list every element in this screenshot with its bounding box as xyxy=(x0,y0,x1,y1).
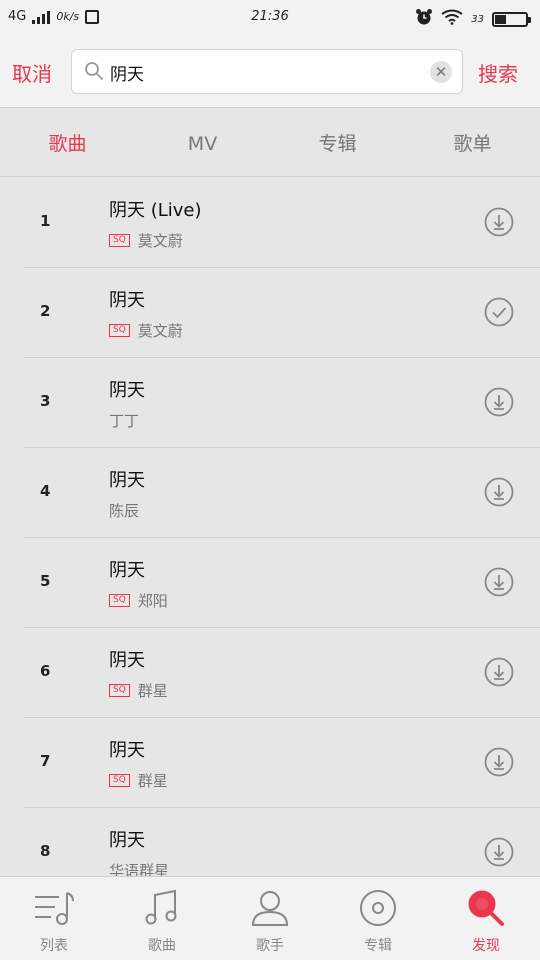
download-icon[interactable] xyxy=(484,567,514,597)
song-artist: 郑阳 xyxy=(137,592,168,610)
song-row[interactable]: 2 阴天 SQ 莫文蔚 xyxy=(24,268,540,358)
song-index: 8 xyxy=(40,842,51,860)
wifi-icon xyxy=(441,9,463,29)
song-title: 阴天 xyxy=(109,560,145,581)
search-icon xyxy=(84,61,104,85)
song-index: 4 xyxy=(40,482,51,500)
song-title: 阴天 xyxy=(109,830,145,851)
sq-badge: SQ xyxy=(109,324,130,337)
song-row[interactable]: 4 阴天陈辰 xyxy=(24,448,540,538)
song-row[interactable]: 6 阴天 SQ 群星 xyxy=(24,628,540,718)
song-title: 阴天 xyxy=(109,380,145,401)
battery-icon xyxy=(492,11,531,27)
song-index: 3 xyxy=(40,392,51,410)
download-icon[interactable] xyxy=(484,477,514,507)
search-button[interactable]: 搜索 xyxy=(478,58,518,87)
clear-icon[interactable]: ✕ xyxy=(430,61,452,83)
sq-badge: SQ xyxy=(109,234,130,247)
song-meta: SQ 莫文蔚 xyxy=(109,320,183,341)
song-meta: 华语群星 xyxy=(109,860,169,876)
song-artist: 丁丁 xyxy=(109,412,140,430)
song-index: 1 xyxy=(40,212,51,230)
person-icon xyxy=(216,887,324,929)
download-icon[interactable] xyxy=(484,837,514,867)
song-row[interactable]: 1 阴天 (Live) SQ 莫文蔚 xyxy=(24,178,540,268)
song-title: 阴天 xyxy=(109,290,145,311)
nav-label-discover: 发现 xyxy=(472,938,500,954)
tab-albums[interactable]: 专辑 xyxy=(270,109,405,176)
sq-badge: SQ xyxy=(109,684,130,697)
tab-playlists[interactable]: 歌单 xyxy=(405,109,540,176)
result-tabs: 歌曲 MV 专辑 歌单 xyxy=(0,109,540,177)
song-title: 阴天 (Live) xyxy=(109,200,202,221)
search-header: 取消 ✕ 搜索 xyxy=(0,34,540,108)
song-meta: 丁丁 xyxy=(109,410,139,431)
tab-mv[interactable]: MV xyxy=(135,109,270,176)
nav-item-list[interactable]: 列表 xyxy=(0,877,108,960)
music-note-icon xyxy=(108,887,216,929)
download-icon[interactable] xyxy=(484,657,514,687)
song-artist: 莫文蔚 xyxy=(137,232,183,250)
song-row[interactable]: 3 阴天丁丁 xyxy=(24,358,540,448)
nav-label-songs: 歌曲 xyxy=(148,938,176,954)
song-meta: 陈辰 xyxy=(109,500,139,521)
song-meta: SQ 群星 xyxy=(109,680,168,701)
download-icon[interactable] xyxy=(484,207,514,237)
nav-label-albums: 专辑 xyxy=(364,938,392,954)
nav-item-discover[interactable]: 发现 xyxy=(432,877,540,960)
playlist-icon xyxy=(0,887,108,929)
song-row[interactable]: 5 阴天 SQ 郑阳 xyxy=(24,538,540,628)
status-bar: 4G 0k/s 21:36 33 xyxy=(0,0,540,34)
song-list: 1 阴天 (Live) SQ 莫文蔚 2 阴天 SQ 莫文蔚 3 阴天 丁丁 4 阴天 陈辰 5 阴天 SQ 郑阳… xyxy=(0,178,540,876)
alarm-icon xyxy=(415,8,433,30)
song-title: 阴天 xyxy=(109,740,145,761)
disc-icon xyxy=(324,887,432,929)
song-artist: 群星 xyxy=(137,772,168,790)
check-icon[interactable] xyxy=(484,297,514,327)
song-artist: 陈辰 xyxy=(109,502,140,520)
tab-songs[interactable]: 歌曲 xyxy=(0,109,135,176)
song-artist: 群星 xyxy=(137,682,168,700)
song-meta: SQ 莫文蔚 xyxy=(109,230,183,251)
search-box[interactable]: ✕ xyxy=(71,49,463,94)
song-meta: SQ 郑阳 xyxy=(109,590,168,611)
cancel-button[interactable]: 取消 xyxy=(12,58,52,87)
bottom-nav: 列表 歌曲 歌手 专辑 发现 xyxy=(0,876,540,960)
song-artist: 莫文蔚 xyxy=(137,322,183,340)
download-icon[interactable] xyxy=(484,387,514,417)
song-artist: 华语群星 xyxy=(109,862,170,876)
battery-percent: 33 xyxy=(471,13,484,25)
search-input[interactable] xyxy=(110,58,410,86)
nav-item-artists[interactable]: 歌手 xyxy=(216,877,324,960)
search-icon xyxy=(432,887,540,929)
nav-label-artists: 歌手 xyxy=(256,938,284,954)
nav-label-list: 列表 xyxy=(40,938,68,954)
song-row[interactable]: 7 阴天 SQ 群星 xyxy=(24,718,540,808)
song-title: 阴天 xyxy=(109,650,145,671)
nav-item-albums[interactable]: 专辑 xyxy=(324,877,432,960)
song-title: 阴天 xyxy=(109,470,145,491)
song-index: 5 xyxy=(40,572,51,590)
sq-badge: SQ xyxy=(109,594,130,607)
song-index: 6 xyxy=(40,662,51,680)
song-index: 2 xyxy=(40,302,51,320)
song-row[interactable]: 8 阴天华语群星 xyxy=(24,808,540,876)
song-meta: SQ 群星 xyxy=(109,770,168,791)
song-index: 7 xyxy=(40,752,51,770)
sq-badge: SQ xyxy=(109,774,130,787)
nav-item-songs[interactable]: 歌曲 xyxy=(108,877,216,960)
download-icon[interactable] xyxy=(484,747,514,777)
